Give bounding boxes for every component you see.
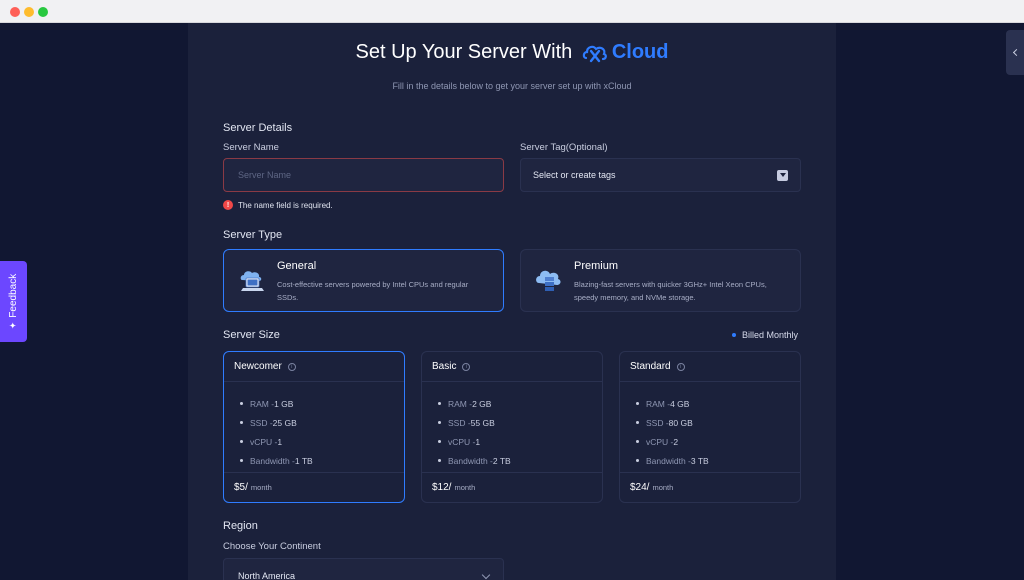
region-heading: Region (223, 520, 258, 532)
server-type-description: Blazing-fast servers with quicker 3GHz+ … (574, 280, 767, 302)
plan-name: Newcomer (234, 361, 282, 372)
continent-value: North America (238, 571, 296, 580)
continent-label: Choose Your Continent (223, 541, 321, 552)
plan-spec-vcpu: vCPU - 1 (438, 432, 586, 451)
plan-spec-vcpu: vCPU - 1 (240, 432, 388, 451)
server-name-error-text: The name field is required. (238, 200, 333, 210)
window-titlebar (0, 0, 1024, 23)
server-type-title: General (277, 260, 317, 272)
server-name-error: ! The name field is required. (223, 200, 333, 210)
continent-select[interactable]: North America (223, 558, 504, 580)
page: Set Up Your Server With Cloud Fill in th… (0, 23, 1024, 580)
info-icon[interactable]: i (676, 362, 685, 371)
plan-spec-bandwidth: Bandwidth - 2 TB (438, 451, 586, 470)
plan-price-amount: $12/ (432, 482, 452, 493)
cloud-server-icon (536, 270, 561, 291)
plan-spec-vcpu: vCPU - 2 (636, 432, 784, 451)
chevron-left-icon (1012, 48, 1020, 57)
sparkle-icon: ✦ (8, 321, 18, 330)
server-type-premium[interactable]: Premium Blazing-fast servers with quicke… (520, 249, 801, 312)
plan-spec-ram: RAM - 4 GB (636, 394, 784, 413)
billing-dot-icon (732, 333, 736, 337)
error-icon: ! (223, 200, 233, 210)
plan-header: Basic i (422, 352, 602, 382)
server-tag-select[interactable]: Select or create tags (520, 158, 801, 192)
plan-price: $12/ month (422, 472, 602, 502)
server-name-label: Server Name (223, 142, 279, 153)
page-title: Set Up Your Server With Cloud (188, 41, 836, 64)
plan-price-period: month (250, 483, 272, 492)
server-type-heading: Server Type (223, 229, 283, 241)
billing-period-text: Billed Monthly (742, 330, 799, 340)
plan-price-amount: $24/ (630, 482, 650, 493)
server-laptop-icon (240, 271, 264, 291)
plan-spec-bandwidth: Bandwidth - 1 TB (240, 451, 388, 470)
server-name-placeholder: Server Name (238, 170, 292, 180)
server-type-title: Premium (574, 260, 619, 272)
plan-name: Basic (432, 361, 457, 372)
plan-spec-ssd: SSD - 25 GB (240, 413, 388, 432)
plan-specs: RAM - 1 GB SSD - 25 GB vCPU - 1 Bandwidt… (224, 382, 404, 470)
plan-name: Standard (630, 361, 671, 372)
plan-spec-ram: RAM - 2 GB (438, 394, 586, 413)
plan-specs: RAM - 2 GB SSD - 55 GB vCPU - 1 Bandwidt… (422, 382, 602, 470)
server-details-heading: Server Details (223, 122, 293, 134)
server-type-description: Cost-effective servers powered by Intel … (277, 280, 469, 302)
server-type-general[interactable]: General Cost-effective servers powered b… (223, 249, 504, 312)
plan-spec-ram: RAM - 1 GB (240, 394, 388, 413)
feedback-label: Feedback (8, 273, 19, 318)
plan-specs: RAM - 4 GB SSD - 80 GB vCPU - 2 Bandwidt… (620, 382, 800, 470)
close-window-button[interactable] (10, 7, 20, 17)
dropdown-caret-icon (777, 169, 788, 181)
plan-card-basic[interactable]: Basic i RAM - 2 GB SSD - 55 GB vCPU - 1 … (421, 351, 603, 503)
plan-price-period: month (454, 483, 476, 492)
info-icon[interactable]: i (462, 362, 471, 371)
info-icon[interactable]: i (287, 362, 296, 371)
plan-header: Standard i (620, 352, 800, 382)
collapse-sidebar-button[interactable] (1006, 30, 1024, 75)
page-title-text: Set Up Your Server With (355, 41, 573, 63)
server-name-input[interactable]: Server Name (223, 158, 504, 192)
chevron-down-icon (481, 570, 491, 580)
page-subtitle: Fill in the details below to get your se… (392, 81, 632, 91)
plan-price-amount: $5/ (234, 482, 248, 493)
billing-period: Billed Monthly (732, 330, 798, 340)
plan-spec-ssd: SSD - 55 GB (438, 413, 586, 432)
plan-header: Newcomer i (224, 352, 404, 382)
plan-price: $5/ month (224, 472, 404, 502)
brand-name: Cloud (611, 41, 669, 63)
plan-card-standard[interactable]: Standard i RAM - 4 GB SSD - 80 GB vCPU -… (619, 351, 801, 503)
plan-spec-ssd: SSD - 80 GB (636, 413, 784, 432)
plan-price: $24/ month (620, 472, 800, 502)
plan-spec-bandwidth: Bandwidth - 3 TB (636, 451, 784, 470)
plan-card-newcomer[interactable]: Newcomer i RAM - 1 GB SSD - 25 GB vCPU -… (223, 351, 405, 503)
plan-price-period: month (652, 483, 674, 492)
feedback-button[interactable]: ✦ Feedback (0, 261, 27, 342)
server-tag-placeholder: Select or create tags (533, 170, 616, 180)
xcloud-logo-icon (582, 45, 607, 62)
server-size-heading: Server Size (223, 329, 280, 341)
setup-panel: Set Up Your Server With Cloud Fill in th… (188, 23, 836, 580)
maximize-window-button[interactable] (38, 7, 48, 17)
minimize-window-button[interactable] (24, 7, 34, 17)
server-tag-label: Server Tag(Optional) (520, 142, 608, 153)
